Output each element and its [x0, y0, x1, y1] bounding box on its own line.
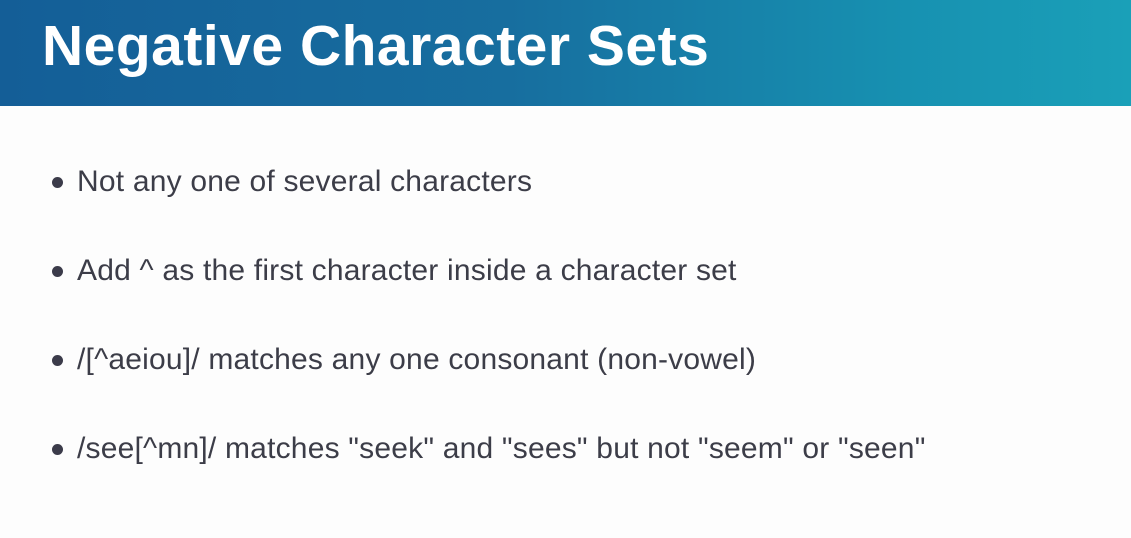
bullet-dot-icon — [52, 177, 63, 188]
bullet-item: /[^aeiou]/ matches any one consonant (no… — [52, 338, 926, 427]
bullet-item: /see[^mn]/ matches "seek" and "sees" but… — [52, 427, 926, 516]
bullet-item: Add ^ as the first character inside a ch… — [52, 249, 926, 338]
bullet-dot-icon — [52, 266, 63, 277]
bullet-text: /see[^mn]/ matches "seek" and "sees" but… — [77, 432, 926, 465]
bullet-item: Not any one of several characters — [52, 160, 926, 249]
bullet-dot-icon — [52, 355, 63, 366]
bullet-text: /[^aeiou]/ matches any one consonant (no… — [77, 343, 757, 376]
bullet-dot-icon — [52, 444, 63, 455]
bullet-text: Add ^ as the first character inside a ch… — [77, 254, 737, 287]
bullet-list: Not any one of several characters Add ^ … — [52, 160, 926, 516]
bullet-text: Not any one of several characters — [77, 165, 533, 198]
title-banner: Negative Character Sets — [0, 0, 1131, 106]
slide: Negative Character Sets Not any one of s… — [0, 0, 1131, 538]
slide-title: Negative Character Sets — [42, 14, 710, 78]
